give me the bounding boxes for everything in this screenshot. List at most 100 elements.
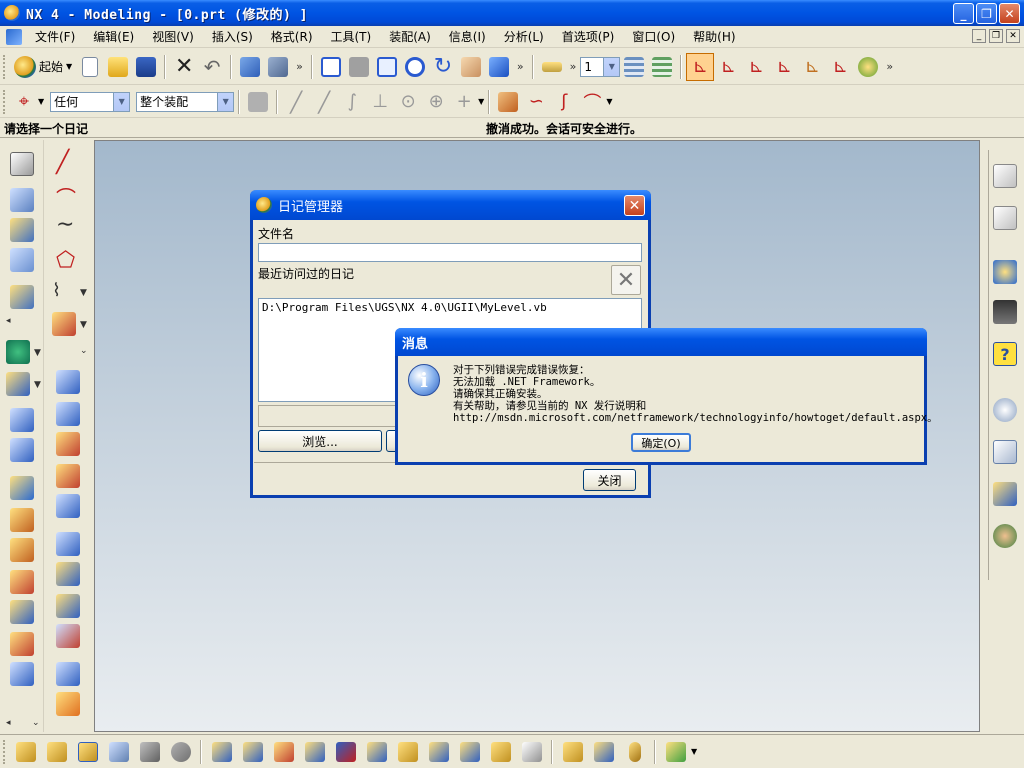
general-select-button[interactable] — [244, 88, 272, 116]
make-workpart-button[interactable] — [557, 738, 588, 766]
filename-input[interactable] — [258, 243, 642, 262]
sketch-icon[interactable] — [10, 152, 34, 176]
arc-tool-icon[interactable]: ⌒ — [56, 182, 80, 210]
shell-icon[interactable] — [10, 570, 34, 594]
toolbar-overflow-icon[interactable]: » — [570, 60, 577, 73]
edge-blend-icon[interactable] — [10, 508, 34, 532]
wcs-display-button[interactable] — [854, 53, 882, 81]
bounded-plane-icon[interactable] — [56, 494, 80, 518]
toolbar-overflow-icon[interactable]: » — [886, 60, 893, 73]
select-filter-button[interactable]: ⌖ — [10, 88, 38, 116]
line-tool-icon[interactable]: ╱ — [56, 150, 80, 175]
wcs-dynamics-button[interactable]: ⊾ — [686, 52, 715, 81]
menu-format[interactable]: 格式(R) — [262, 28, 322, 45]
palette-more-icon[interactable]: ◂ — [6, 316, 11, 326]
menu-insert[interactable]: 插入(S) — [203, 28, 262, 45]
pan-button[interactable] — [457, 53, 485, 81]
hole-icon[interactable] — [10, 600, 34, 624]
block-icon[interactable] — [6, 372, 30, 396]
assembly-navigator-icon[interactable] — [993, 164, 1017, 188]
wcs-absolute-button[interactable]: ⊾ — [826, 53, 854, 81]
mdi-restore-button[interactable]: ❐ — [989, 29, 1003, 43]
chamfer-icon[interactable] — [10, 538, 34, 562]
document-icon[interactable] — [6, 28, 22, 45]
save-button[interactable] — [132, 53, 160, 81]
rotate-button[interactable]: ↻ — [429, 53, 457, 81]
browse-button[interactable]: 浏览... — [258, 430, 382, 452]
palette-more-icon[interactable]: ◂ — [6, 718, 11, 728]
chevron-down-icon[interactable]: ▼ — [80, 320, 87, 330]
chevron-down-icon[interactable]: ▼ — [691, 747, 697, 756]
layer-select[interactable]: 1 ▼ — [580, 56, 621, 77]
journal-close-button[interactable]: 关闭 — [583, 469, 636, 491]
toolbar-overflow-icon[interactable]: » — [296, 60, 303, 73]
boolean-unite-icon[interactable] — [10, 476, 34, 500]
show-component-button[interactable] — [454, 738, 485, 766]
feature-op-icon[interactable] — [56, 692, 80, 716]
menu-window[interactable]: 窗口(O) — [623, 28, 684, 45]
mdi-minimize-button[interactable]: _ — [972, 29, 986, 43]
chevron-down-icon[interactable]: ▼ — [34, 348, 41, 358]
wave-geometry-button[interactable] — [268, 738, 299, 766]
menu-file[interactable]: 文件(F) — [26, 28, 84, 45]
studio-spline-icon[interactable]: ⌇ — [52, 280, 76, 304]
add-component-button[interactable] — [10, 738, 41, 766]
recent-journal-item[interactable]: D:\Program Files\UGS\NX 4.0\UGII\MyLevel… — [262, 301, 638, 314]
restore-button[interactable]: ❐ — [976, 3, 997, 24]
minimize-button[interactable]: _ — [953, 3, 974, 24]
assembly-options-button[interactable] — [660, 738, 691, 766]
interpart-link-button[interactable] — [619, 738, 650, 766]
polygon-tool-icon[interactable]: ⬠ — [56, 248, 80, 273]
split-body-icon[interactable] — [56, 624, 80, 648]
create-array-button[interactable] — [72, 738, 103, 766]
reference-set-button[interactable] — [485, 738, 516, 766]
clear-recent-button[interactable]: ✕ — [611, 265, 641, 295]
history-clock-icon[interactable] — [993, 398, 1017, 422]
trim-body-icon[interactable] — [56, 594, 80, 618]
clearance-button[interactable] — [361, 738, 392, 766]
wcs-orient-button[interactable]: ⊾ — [770, 53, 798, 81]
menu-tools[interactable]: 工具(T) — [322, 28, 381, 45]
delete-button[interactable]: ✕ — [170, 53, 198, 81]
zoom-window-button[interactable] — [373, 53, 401, 81]
menu-view[interactable]: 视图(V) — [143, 28, 203, 45]
wcs-change-xc-button[interactable]: ⊾ — [798, 53, 826, 81]
scope-select[interactable]: 整个装配 ▼ — [136, 91, 235, 112]
menu-assemblies[interactable]: 装配(A) — [380, 28, 440, 45]
wcs-rotate-button[interactable]: ⊾ — [742, 53, 770, 81]
chevron-down-icon[interactable]: ▼ — [34, 380, 41, 390]
toolbar-grip[interactable] — [3, 54, 7, 79]
training-hat-icon[interactable] — [993, 300, 1017, 324]
reuse-library-icon[interactable] — [993, 482, 1017, 506]
fit-button[interactable] — [317, 53, 345, 81]
mdi-close-button[interactable]: ✕ — [1006, 29, 1020, 43]
wcs-origin-button[interactable]: ⊾ — [714, 53, 742, 81]
sphere-icon[interactable] — [6, 340, 30, 364]
flag-surface-icon[interactable] — [56, 532, 80, 556]
open-button[interactable] — [104, 53, 132, 81]
project-icon[interactable] — [10, 285, 34, 309]
new-button[interactable] — [76, 53, 104, 81]
snap-center-button[interactable]: ⊙ — [394, 88, 422, 116]
fillet-button[interactable]: ʃ — [550, 88, 578, 116]
wave-link-button[interactable] — [237, 738, 268, 766]
constraint-button[interactable] — [516, 738, 547, 766]
revolve-icon[interactable] — [10, 438, 34, 462]
reposition-button[interactable] — [165, 738, 196, 766]
start-button[interactable]: 起始 ▼ — [10, 55, 76, 78]
offset-button[interactable]: ⌒ — [578, 88, 606, 116]
spline-tool-icon[interactable]: ∼ — [56, 212, 80, 237]
journal-dialog-titlebar[interactable]: 日记管理器 ✕ — [250, 190, 651, 220]
ruled-surface-icon[interactable] — [56, 370, 80, 394]
make-displayed-button[interactable] — [588, 738, 619, 766]
chevron-double-down-icon[interactable]: ⌄ — [80, 346, 88, 356]
curve-offset-icon[interactable] — [52, 312, 76, 336]
extrude-icon[interactable] — [10, 408, 34, 432]
menu-help[interactable]: 帮助(H) — [684, 28, 744, 45]
sew-icon[interactable] — [56, 562, 80, 586]
help-icon[interactable]: ? — [993, 342, 1017, 366]
draft-icon[interactable] — [10, 632, 34, 656]
message-dialog-titlebar[interactable]: 消息 — [395, 328, 927, 356]
window-titlebar[interactable]: NX 4 - Modeling - [0.prt (修改的) ] _ ❐ ✕ — [0, 0, 1024, 26]
datum-axis-icon[interactable] — [10, 218, 34, 242]
